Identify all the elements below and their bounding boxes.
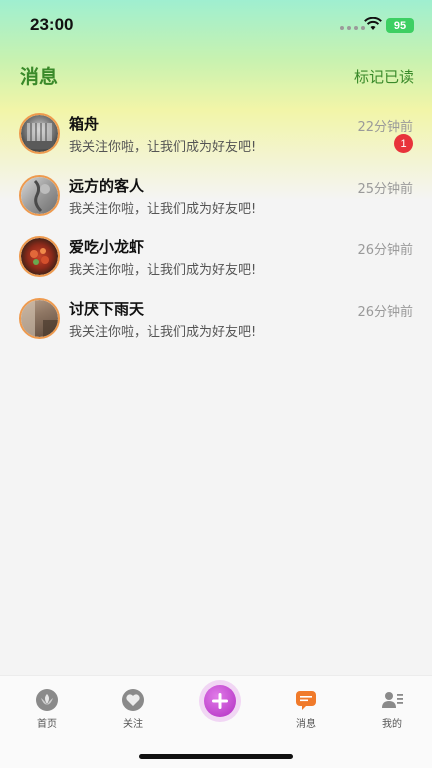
message-row[interactable]: 讨厌下雨天 我关注你啦，让我们成为好友吧! 26分钟前: [0, 290, 432, 352]
message-preview: 我关注你啦，让我们成为好友吧!: [69, 324, 257, 340]
plus-icon: [204, 685, 236, 717]
tab-messages[interactable]: 消息: [276, 688, 336, 730]
message-time: 22分钟前: [357, 120, 413, 135]
message-preview: 我关注你啦，让我们成为好友吧!: [69, 140, 257, 155]
avatar[interactable]: [19, 174, 60, 216]
message-row[interactable]: 远方的客人 我关注你啦，让我们成为好友吧! 25分钟前: [0, 167, 432, 229]
tab-messages-label: 消息: [296, 719, 316, 730]
tab-mine-label: 我的: [382, 719, 402, 730]
avatar[interactable]: [19, 236, 60, 277]
create-post-button[interactable]: [199, 680, 241, 722]
message-preview: 我关注你啦，让我们成为好友吧!: [69, 201, 257, 217]
profile-icon: [382, 692, 403, 708]
battery-icon: 95: [386, 18, 414, 33]
message-row[interactable]: 箱舟 我关注你啦，让我们成为好友吧! 22分钟前 1: [0, 105, 432, 167]
message-row[interactable]: 爱吃小龙虾 我关注你啦，让我们成为好友吧! 26分钟前: [0, 228, 432, 290]
tab-follow[interactable]: 关注: [103, 688, 163, 730]
chat-bubble-icon: [296, 691, 316, 710]
unread-badge: 1: [394, 134, 413, 153]
contact-name: 箱舟: [69, 115, 100, 133]
avatar[interactable]: [19, 113, 60, 154]
contact-name: 爱吃小龙虾: [69, 238, 145, 256]
cellular-signal-icon: [340, 26, 365, 30]
status-time: 23:00: [30, 15, 74, 34]
tab-home[interactable]: 首页: [17, 688, 77, 730]
contact-name: 远方的客人: [69, 176, 145, 195]
message-time: 25分钟前: [357, 181, 413, 197]
home-flower-icon: [36, 689, 58, 711]
wifi-icon: [364, 17, 382, 30]
page-title: 消息: [20, 66, 59, 88]
heart-icon: [122, 689, 144, 711]
message-time: 26分钟前: [357, 304, 413, 320]
mark-all-read-button[interactable]: 标记已读: [354, 66, 414, 87]
tab-follow-label: 关注: [123, 719, 143, 730]
message-list: 箱舟 我关注你啦，让我们成为好友吧! 22分钟前 1 远方的客人 我关注你啦，让…: [0, 105, 432, 351]
message-time: 26分钟前: [357, 243, 413, 258]
home-indicator: [139, 754, 293, 759]
page-header: 消息 标记已读: [0, 60, 432, 94]
message-preview: 我关注你啦，让我们成为好友吧!: [69, 263, 257, 278]
tab-home-label: 首页: [37, 719, 57, 730]
status-bar: 23:00 95: [0, 0, 432, 52]
contact-name: 讨厌下雨天: [69, 299, 145, 318]
avatar[interactable]: [19, 297, 60, 339]
battery-level: 95: [393, 19, 407, 32]
tab-mine[interactable]: 我的: [362, 688, 422, 730]
